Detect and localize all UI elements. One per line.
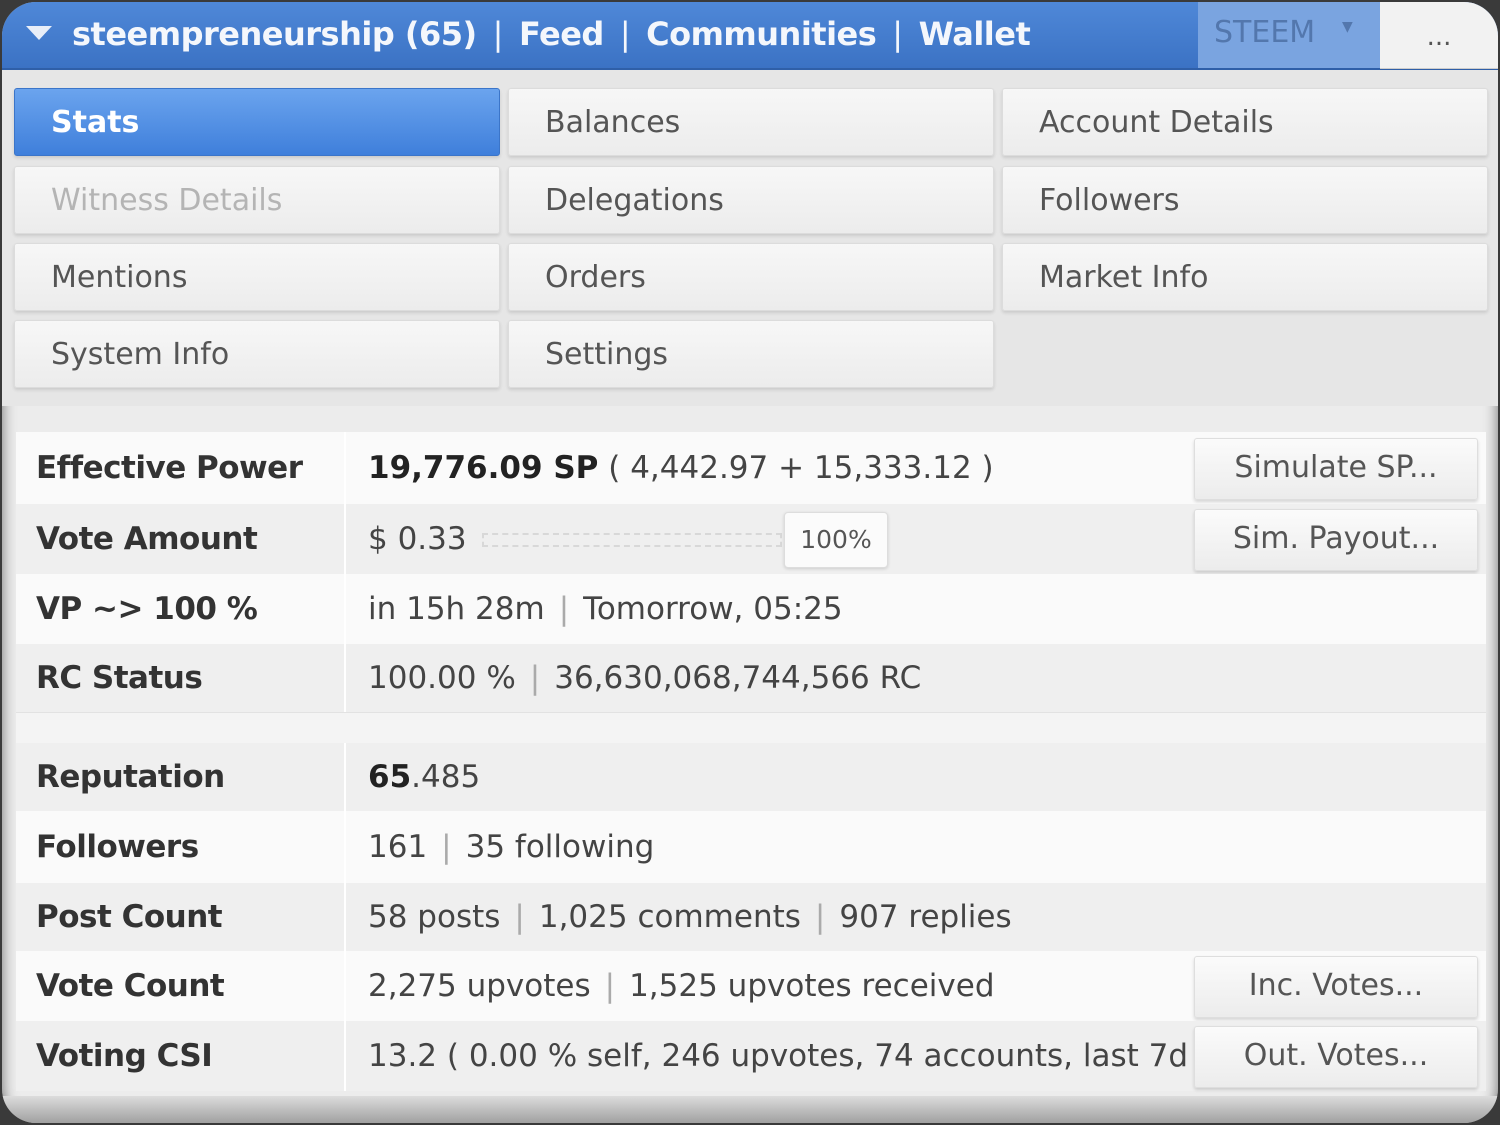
rc-percent: 100.00 % (368, 660, 516, 696)
vp-row: VP ~> 100 % in 15h 28m | Tomorrow, 05:25 (16, 574, 1486, 645)
value-separator: | (558, 591, 570, 627)
following-count: 35 following (465, 829, 655, 865)
rc-status-label: RC Status (16, 644, 346, 712)
voting-csi-value: 13.2 ( 0.00 % self, 246 upvotes, 74 acco… (368, 1038, 1210, 1074)
value-separator: | (529, 660, 541, 696)
reputation-value: 65.485 (368, 743, 480, 811)
tab-system-info[interactable]: System Info (14, 320, 500, 388)
nav-links: steempreneurship (65) | Feed | Communities | W… (72, 12, 1031, 56)
post-count-row: Post Count 58 posts | 1,025 comments | 907 r… (16, 883, 1486, 952)
upvotes-received: 1,525 upvotes received (629, 968, 995, 1004)
nav-separator: | (619, 15, 631, 53)
value-separator: | (814, 899, 826, 935)
vote-amount-label: Vote Amount (16, 504, 346, 574)
upvotes-count: 2,275 upvotes (368, 968, 591, 1004)
tab-balances[interactable]: Balances (508, 88, 994, 156)
effective-power-row: Effective Power 19,776.09 SP ( 4,442.97 … (16, 432, 1486, 505)
post-count-value: 58 posts | 1,025 comments | 907 replies (368, 883, 1012, 951)
tab-followers[interactable]: Followers (1002, 166, 1488, 234)
tab-stats[interactable]: Stats (14, 88, 500, 156)
top-nav-bar: steempreneurship (65) | Feed | Communities | W… (2, 2, 1498, 70)
inc-votes-button[interactable]: Inc. Votes... (1194, 956, 1478, 1018)
rc-status-value: 100.00 % | 36,630,068,744,566 RC (368, 644, 921, 712)
reputation-label: Reputation (16, 743, 346, 811)
vp-eta: in 15h 28m (368, 591, 545, 627)
nav-separator: | (892, 15, 903, 53)
vote-amount-row: Vote Amount $ 0.33 100% Sim. Payout... (16, 504, 1486, 575)
vote-count-value: 2,275 upvotes | 1,525 upvotes received (368, 951, 995, 1021)
currency-select[interactable]: STEEM ▼ (1198, 2, 1380, 68)
vote-count-row: Vote Count 2,275 upvotes | 1,525 upvotes r… (16, 951, 1486, 1022)
vote-weight-percent: 100% (784, 512, 888, 568)
value-separator: | (604, 968, 616, 1004)
account-link[interactable]: steempreneurship (65) (72, 15, 477, 53)
tab-grid: Stats Balances Account Details Witness D… (2, 70, 1498, 406)
nav-separator: | (492, 15, 504, 53)
more-button[interactable]: ... (1380, 2, 1498, 69)
voting-csi-row: Voting CSI 13.2 ( 0.00 % self, 246 upvot… (16, 1021, 1486, 1091)
followers-value: 161 | 35 following (368, 811, 654, 883)
post-count-label: Post Count (16, 883, 346, 951)
section-divider (16, 713, 1486, 743)
posts-count: 58 posts (368, 899, 501, 935)
followers-row: Followers 161 | 35 following (16, 811, 1486, 884)
followers-label: Followers (16, 811, 346, 883)
tab-account-details[interactable]: Account Details (1002, 88, 1488, 156)
bottom-edge (2, 1096, 1498, 1123)
tab-witness-details[interactable]: Witness Details (14, 166, 500, 234)
vp-value: in 15h 28m | Tomorrow, 05:25 (368, 574, 843, 644)
rc-status-row: RC Status 100.00 % | 36,630,068,744,566 RC (16, 644, 1486, 713)
effective-power-value: 19,776.09 SP ( 4,442.97 + 15,333.12 ) (368, 432, 994, 504)
reputation-row: Reputation 65.485 (16, 743, 1486, 812)
vp-when: Tomorrow, 05:25 (583, 591, 843, 627)
caret-down-icon: ▼ (1342, 19, 1353, 35)
tab-mentions[interactable]: Mentions (14, 243, 500, 311)
vote-amount-value: $ 0.33 (368, 521, 467, 557)
tab-orders[interactable]: Orders (508, 243, 994, 311)
vote-weight-slider[interactable] (482, 533, 782, 547)
effective-power-detail: ( 4,442.97 + 15,333.12 ) (608, 450, 994, 486)
dropdown-triangle-icon[interactable] (26, 26, 52, 40)
comments-count: 1,025 comments (538, 899, 801, 935)
vp-label: VP ~> 100 % (16, 574, 346, 644)
communities-link[interactable]: Communities (646, 15, 877, 53)
out-votes-button[interactable]: Out. Votes... (1194, 1026, 1478, 1088)
wallet-link[interactable]: Wallet (919, 15, 1031, 53)
voting-csi-label: Voting CSI (16, 1021, 346, 1091)
value-separator: | (441, 829, 452, 865)
tab-settings[interactable]: Settings (508, 320, 994, 388)
vote-weight-slider-fill (484, 535, 780, 545)
simulate-sp-button[interactable]: Simulate SP... (1194, 438, 1478, 500)
reputation-integer: 65 (368, 759, 412, 795)
rc-amount: 36,630,068,744,566 RC (554, 660, 922, 696)
effective-power-label: Effective Power (16, 432, 346, 504)
tab-delegations[interactable]: Delegations (508, 166, 994, 234)
sim-payout-button[interactable]: Sim. Payout... (1194, 509, 1478, 571)
value-separator: | (514, 899, 525, 935)
currency-label: STEEM (1214, 15, 1316, 50)
reputation-fraction: .485 (411, 759, 481, 795)
steem-stats-panel: steempreneurship (65) | Feed | Communities | W… (2, 2, 1498, 1123)
tab-market-info[interactable]: Market Info (1002, 243, 1488, 311)
vote-count-label: Vote Count (16, 951, 346, 1021)
followers-count: 161 (368, 829, 428, 865)
effective-power-sp: 19,776.09 SP (368, 450, 599, 486)
replies-count: 907 replies (839, 899, 1012, 935)
feed-link[interactable]: Feed (519, 15, 604, 53)
